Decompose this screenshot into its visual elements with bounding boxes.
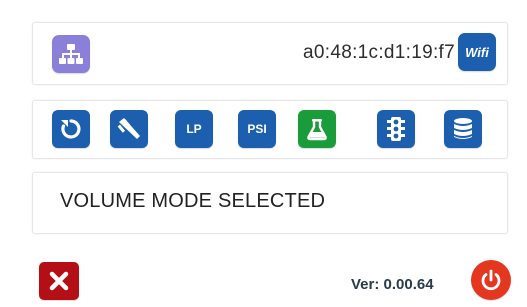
traffic-light-button[interactable] [377, 110, 415, 148]
network-button[interactable] [52, 35, 90, 73]
lp-label: LP [186, 122, 202, 136]
reset-icon [61, 119, 81, 139]
psi-button[interactable]: PSI [238, 110, 276, 148]
flask-icon [307, 119, 327, 141]
power-button[interactable] [471, 260, 511, 300]
database-button[interactable] [444, 110, 482, 148]
close-icon [49, 271, 69, 291]
flask-button[interactable] [298, 110, 336, 148]
caliper-icon [117, 118, 140, 139]
traffic-light-icon [387, 117, 405, 141]
network-icon [59, 44, 83, 64]
wifi-button[interactable]: Wifi [458, 33, 496, 71]
caliper-button[interactable] [110, 110, 148, 148]
version-label: Ver: 0.00.64 [351, 276, 434, 293]
psi-label: PSI [247, 122, 267, 136]
power-icon [481, 269, 501, 291]
mac-address: a0:48:1c:d1:19:f7 [303, 42, 455, 63]
close-button[interactable] [39, 262, 79, 300]
status-message: VOLUME MODE SELECTED [60, 190, 326, 212]
reset-button[interactable] [52, 110, 90, 148]
database-icon [454, 118, 472, 139]
lp-button[interactable]: LP [175, 110, 213, 148]
wifi-label: Wifi [465, 44, 489, 60]
